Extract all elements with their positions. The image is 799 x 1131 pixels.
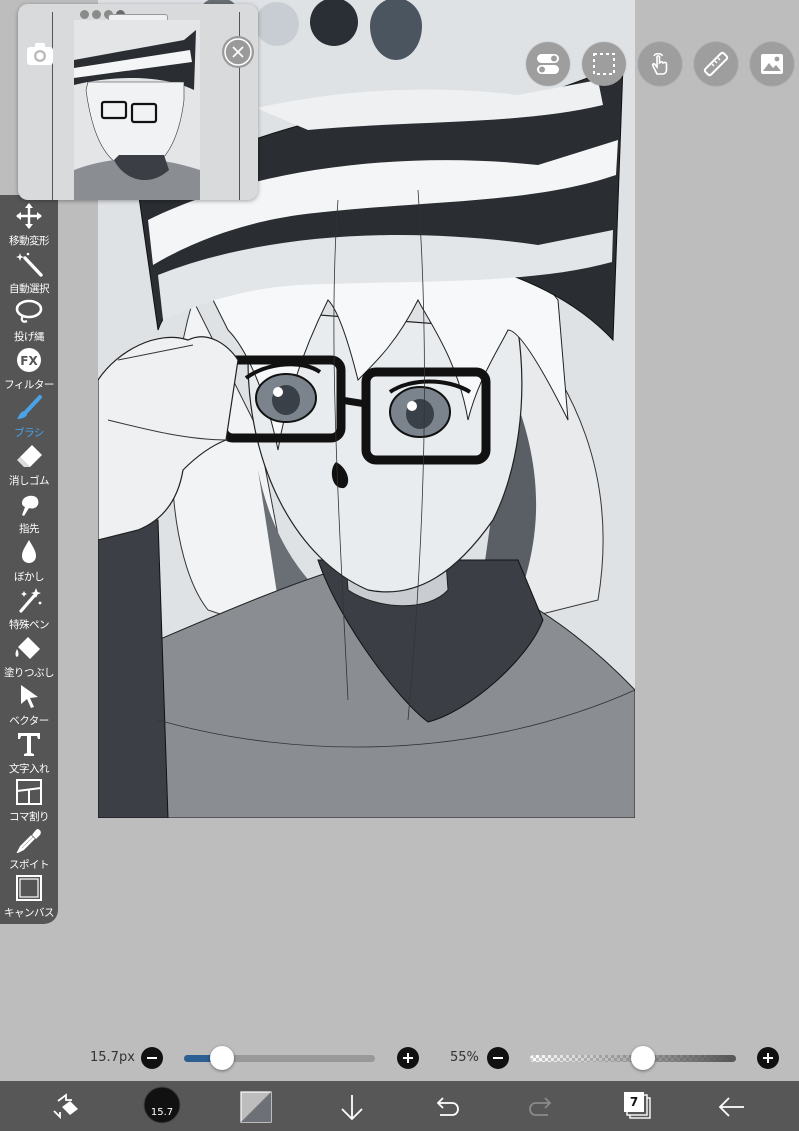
back-button[interactable] (716, 1091, 748, 1123)
canvas-icon (16, 875, 42, 901)
special-pen-icon (19, 588, 42, 613)
tool-eyedropper[interactable]: スポイト (0, 825, 58, 873)
fx-icon: FX (17, 348, 41, 372)
layer-count: 7 (629, 1095, 639, 1109)
ruler-button[interactable] (694, 42, 738, 86)
blur-icon (22, 540, 36, 563)
artwork-thumbnail (74, 20, 200, 200)
image-button[interactable] (750, 42, 794, 86)
download-icon (341, 1095, 363, 1121)
palette-swatch[interactable] (310, 0, 358, 46)
tool-fill[interactable]: 塗りつぶし (0, 633, 58, 681)
layers-button[interactable]: 7 (621, 1089, 655, 1123)
tool-label: ベクター (9, 715, 49, 727)
opacity-decrease-button[interactable] (487, 1047, 509, 1069)
tool-filter[interactable]: FX フィルター (0, 345, 58, 393)
tool-label: コマ割り (9, 811, 50, 823)
plus-icon (763, 1053, 773, 1063)
vector-icon (21, 685, 38, 708)
tool-vector[interactable]: ベクター (0, 681, 58, 729)
touch-gesture-icon (651, 53, 668, 75)
text-icon (18, 733, 40, 756)
tool-label: 投げ縄 (14, 331, 45, 343)
ruler-icon (703, 51, 729, 77)
minus-icon (147, 1057, 157, 1059)
palette-swatch[interactable] (255, 2, 299, 46)
tool-lasso[interactable]: 投げ縄 (0, 297, 58, 345)
brush-icon (17, 395, 42, 419)
tool-magic-wand[interactable]: 自動選択 (0, 249, 58, 297)
brush-size-decrease-button[interactable] (141, 1047, 163, 1069)
color-swatch-icon (240, 1091, 272, 1123)
redo-icon (529, 1097, 552, 1116)
close-icon[interactable] (222, 36, 254, 68)
fill-icon (15, 637, 40, 659)
frame-divider-icon (16, 779, 42, 805)
tool-label: 消しゴム (9, 475, 50, 487)
toggle-icon (537, 54, 559, 74)
smudge-icon (22, 495, 39, 516)
navigator-dot (92, 10, 101, 19)
touch-gesture-button[interactable] (638, 42, 682, 86)
back-icon (718, 1097, 744, 1117)
tool-label: 特殊ペン (9, 619, 50, 631)
camera-icon[interactable] (24, 38, 56, 70)
minus-icon (493, 1057, 503, 1059)
tool-label: 自動選択 (9, 283, 50, 295)
move-icon (16, 203, 42, 229)
tool-label: 移動変形 (9, 235, 50, 247)
tool-label: 指先 (19, 523, 40, 535)
opacity-slider-knob[interactable] (631, 1046, 656, 1070)
brush-size-increase-button[interactable] (397, 1047, 419, 1069)
tool-label: キャンバス (4, 907, 55, 919)
color-swatch-button[interactable] (240, 1091, 272, 1123)
image-icon (761, 54, 783, 74)
brush-size-slider-knob[interactable] (210, 1046, 235, 1070)
tool-label: フィルター (4, 379, 54, 391)
selection-button[interactable] (582, 42, 626, 86)
opacity-value: 55% (450, 1050, 479, 1065)
magic-wand-icon (16, 252, 43, 277)
navigator-window[interactable] (18, 4, 258, 200)
tool-smudge[interactable]: 指先 (0, 489, 58, 537)
redo-button[interactable] (526, 1091, 558, 1123)
selection-icon (593, 53, 615, 75)
plus-icon (403, 1053, 413, 1063)
eraser-icon (17, 445, 42, 467)
tool-label: 塗りつぶし (3, 667, 55, 679)
tool-eraser[interactable]: 消しゴム (0, 441, 58, 489)
brush-size-value: 15.7px (90, 1050, 135, 1065)
lasso-icon (15, 299, 43, 323)
tool-brush[interactable]: ブラシ (0, 393, 58, 441)
transform-icon (53, 1093, 78, 1120)
tool-label: ぼかし (14, 571, 45, 583)
tool-blur[interactable]: ぼかし (0, 537, 58, 585)
brush-size-badge: 15.7 (150, 1107, 174, 1118)
transform-button[interactable] (50, 1091, 82, 1123)
eyedropper-icon (16, 829, 41, 853)
opacity-increase-button[interactable] (757, 1047, 779, 1069)
toggle-button[interactable] (526, 42, 570, 86)
bottom-toolbar: 15.7 7 (0, 1081, 799, 1131)
navigator-dot (80, 10, 89, 19)
tool-label: ブラシ (14, 427, 44, 439)
tool-special-pen[interactable]: 特殊ペン (0, 585, 58, 633)
tool-label: スポイト (9, 859, 50, 871)
tool-move[interactable]: 移動変形 (0, 201, 58, 249)
tool-label: 文字入れ (9, 763, 50, 775)
undo-icon (436, 1097, 459, 1116)
svg-text:FX: FX (20, 354, 38, 368)
tool-canvas[interactable]: キャンバス (0, 873, 58, 921)
brush-size-indicator[interactable]: 15.7 (143, 1086, 181, 1124)
undo-button[interactable] (430, 1091, 462, 1123)
brush-size-icon (143, 1086, 181, 1124)
tool-text[interactable]: 文字入れ (0, 729, 58, 777)
tool-sidebar: 移動変形 自動選択 投げ縄 FX フィルター ブラシ 消しゴム 指先 ぼかし 特… (0, 195, 58, 924)
tool-frame-divider[interactable]: コマ割り (0, 777, 58, 825)
download-button[interactable] (336, 1091, 368, 1123)
